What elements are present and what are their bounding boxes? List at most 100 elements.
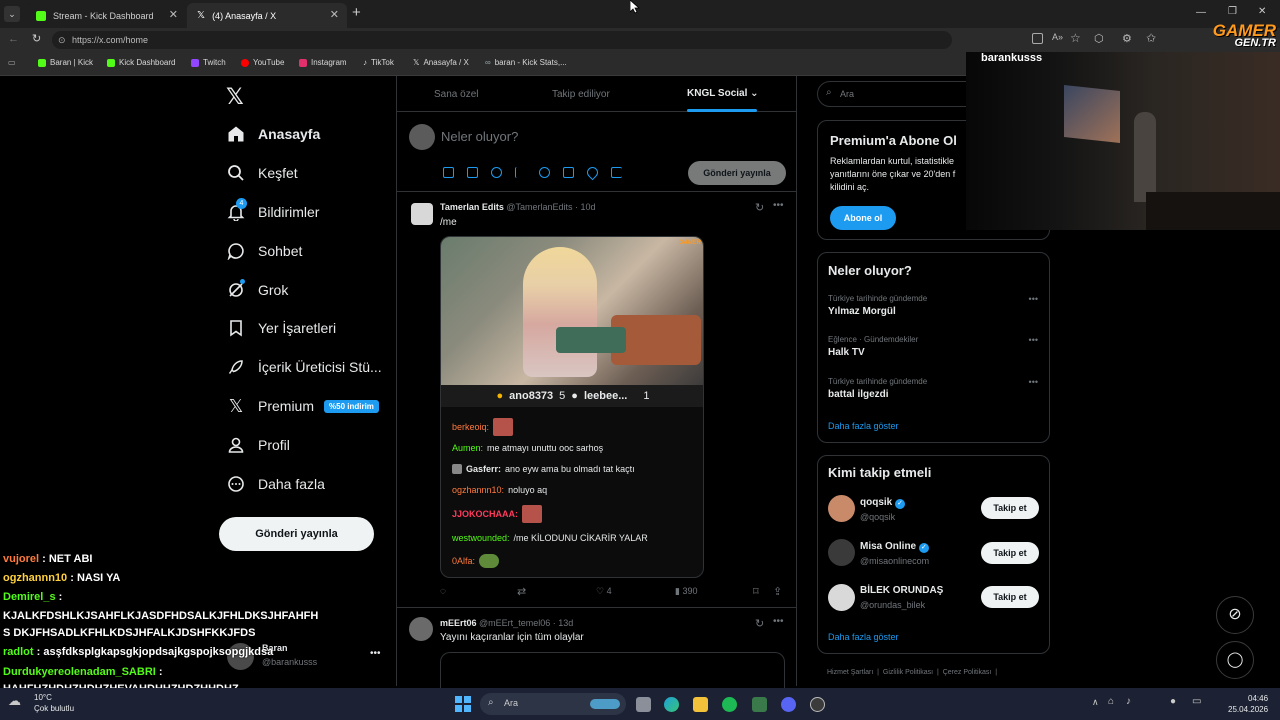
- read-aloud-icon[interactable]: A»: [1052, 32, 1063, 42]
- post-avatar[interactable]: [409, 617, 433, 641]
- nav-chat[interactable]: Sohbet: [226, 241, 302, 261]
- poll-icon[interactable]: [515, 167, 526, 178]
- post-avatar[interactable]: [411, 203, 433, 225]
- composer-post-button[interactable]: Gönderi yayınla: [688, 161, 786, 185]
- follow-button[interactable]: Takip et: [981, 542, 1039, 564]
- spotify-icon[interactable]: [722, 697, 737, 712]
- follow-name[interactable]: qoqsik ✓: [860, 497, 906, 509]
- bookmark-baran-kick[interactable]: Baran | Kick: [38, 58, 93, 67]
- close-icon[interactable]: ✕: [169, 8, 178, 21]
- nav-premium[interactable]: 𝕏 Premium %50 indirim: [226, 396, 379, 416]
- app-icon[interactable]: [752, 697, 767, 712]
- bookmark-kick-dashboard[interactable]: Kick Dashboard: [107, 58, 175, 67]
- show-more-link[interactable]: Daha fazla göster: [828, 421, 899, 431]
- window-maximize-button[interactable]: ❐: [1228, 6, 1237, 17]
- windows-start-icon[interactable]: [455, 696, 471, 712]
- schedule-icon[interactable]: [563, 167, 574, 178]
- taskbar-clock[interactable]: 04:46 25.04.2026: [1228, 693, 1268, 715]
- nav-notifications[interactable]: 4 Bildirimler: [226, 198, 319, 222]
- trend-more-icon[interactable]: •••: [1029, 377, 1038, 387]
- window-minimize-button[interactable]: —: [1196, 7, 1206, 18]
- battery-icon[interactable]: ▭: [1192, 696, 1201, 707]
- edge-browser-icon[interactable]: [664, 697, 679, 712]
- repost-icon[interactable]: ⇄: [517, 585, 526, 598]
- post-author[interactable]: mEErt06 @mEErt_temel06 · 13d: [440, 618, 573, 628]
- account-menu-icon[interactable]: •••: [370, 648, 381, 659]
- app-available-icon[interactable]: [1032, 33, 1043, 44]
- discord-icon[interactable]: [781, 697, 796, 712]
- like-button[interactable]: ♡ 4: [596, 586, 612, 597]
- bookmark-post-icon[interactable]: ⌑: [753, 585, 759, 598]
- avatar[interactable]: [828, 495, 855, 522]
- bookmark-instagram[interactable]: Instagram: [299, 58, 347, 67]
- file-explorer-icon[interactable]: [693, 697, 708, 712]
- url-field[interactable]: ⊙ https://x.com/home: [52, 31, 952, 49]
- bookmark-youtube[interactable]: YouTube: [241, 58, 284, 67]
- grok-post-icon[interactable]: ↻: [755, 201, 764, 214]
- composer-input[interactable]: Neler oluyor?: [441, 129, 518, 144]
- trend-more-icon[interactable]: •••: [1029, 335, 1038, 345]
- trend-item[interactable]: Türkiye tarihinde gündemde Yılmaz Morgül…: [828, 294, 1038, 317]
- x-logo-icon[interactable]: 𝕏: [226, 84, 244, 110]
- nav-explore[interactable]: Keşfet: [226, 163, 298, 183]
- avatar[interactable]: [828, 584, 855, 611]
- mic-icon[interactable]: ●: [1170, 696, 1176, 707]
- tab-following[interactable]: Takip ediliyor: [552, 89, 610, 100]
- trend-item[interactable]: Türkiye tarihinde gündemde battal ilgezd…: [828, 377, 1038, 400]
- tab-kick-dashboard[interactable]: Stream - Kick Dashboard ✕: [26, 3, 186, 28]
- weather-widget[interactable]: ☁ 10°C Çok bulutlu: [8, 692, 74, 714]
- trend-more-icon[interactable]: •••: [1029, 294, 1038, 304]
- obs-icon[interactable]: [810, 697, 825, 712]
- avatar[interactable]: [828, 539, 855, 566]
- emoji-icon[interactable]: [539, 167, 550, 178]
- media-icon[interactable]: [443, 167, 454, 178]
- messages-float-button[interactable]: ◯: [1216, 641, 1254, 679]
- back-icon[interactable]: ←: [8, 33, 19, 45]
- follow-name[interactable]: BİLEK ORUNDAŞ: [860, 585, 943, 596]
- reload-icon[interactable]: ↻: [32, 32, 41, 45]
- follow-button[interactable]: Takip et: [981, 497, 1039, 519]
- nav-grok[interactable]: Grok: [226, 279, 288, 300]
- reply-icon[interactable]: ◌: [440, 586, 446, 597]
- close-icon[interactable]: ✕: [330, 8, 339, 21]
- bookmarks-menu-icon[interactable]: ▭: [8, 58, 16, 67]
- bookmark-twitch[interactable]: Twitch: [191, 58, 226, 67]
- follow-button[interactable]: Takip et: [981, 586, 1039, 608]
- post-more-icon[interactable]: •••: [773, 616, 784, 627]
- footer-link[interactable]: Gizlilik Politikası: [883, 669, 933, 676]
- network-icon[interactable]: ⌂: [1108, 696, 1114, 707]
- new-tab-button[interactable]: +: [352, 4, 361, 21]
- post-author[interactable]: Tamerlan Edits @TamerlanEdits · 10d: [440, 202, 596, 212]
- favorite-star-icon[interactable]: ☆: [1070, 31, 1081, 45]
- post-button[interactable]: Gönderi yayınla: [219, 517, 374, 551]
- grok-post-icon[interactable]: ↻: [755, 617, 764, 630]
- window-close-button[interactable]: ✕: [1258, 6, 1266, 17]
- subscribe-button[interactable]: Abone ol: [830, 206, 896, 230]
- show-more-link[interactable]: Daha fazla göster: [828, 632, 899, 642]
- grok-float-button[interactable]: ⊘: [1216, 596, 1254, 634]
- flag-icon[interactable]: [611, 167, 622, 178]
- favorites-icon[interactable]: ✩: [1146, 31, 1156, 45]
- nav-bookmarks[interactable]: Yer İşaretleri: [226, 318, 336, 338]
- tab-kngl-social[interactable]: KNGL Social ⌄: [687, 88, 759, 99]
- bookmark-x[interactable]: 𝕏 Anasayfa / X: [413, 58, 469, 67]
- views-button[interactable]: ▮ 390: [675, 586, 698, 597]
- post-more-icon[interactable]: •••: [773, 200, 784, 211]
- nav-profile[interactable]: Profil: [226, 435, 290, 455]
- grok-compose-icon[interactable]: [491, 167, 502, 178]
- taskbar-search[interactable]: ⌕ Ara: [480, 693, 626, 715]
- trend-item[interactable]: Eğlence · Gündemdekiler Halk TV •••: [828, 335, 1038, 358]
- video-scene[interactable]: GAMER: [441, 237, 703, 385]
- extensions-icon[interactable]: ⬡: [1094, 32, 1104, 45]
- nav-home[interactable]: Anasayfa: [226, 124, 320, 144]
- tab-for-you[interactable]: Sana özel: [434, 89, 478, 100]
- tab-list-button[interactable]: ⌄: [4, 6, 20, 22]
- footer-link[interactable]: Çerez Politikası: [943, 669, 992, 676]
- tab-x-home[interactable]: 𝕏 (4) Anasayfa / X ✕: [187, 3, 347, 28]
- bookmark-tiktok[interactable]: ♪ TikTok: [363, 58, 394, 67]
- share-icon[interactable]: ⇪: [773, 585, 782, 598]
- footer-link[interactable]: Hizmet Şartları: [827, 669, 873, 676]
- tray-chevron-icon[interactable]: ∧: [1092, 697, 1099, 708]
- extension-icon[interactable]: ⚙: [1122, 32, 1132, 45]
- task-view-icon[interactable]: [636, 697, 651, 712]
